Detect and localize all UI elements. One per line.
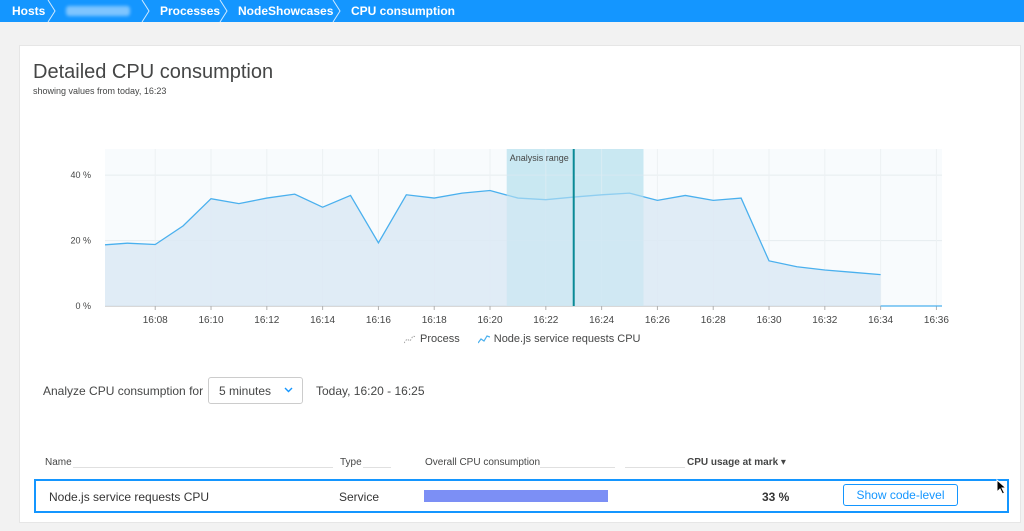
column-header-cpu-usage-at-mark[interactable]: CPU usage at mark ▾ <box>687 457 786 468</box>
x-tick-label: 16:08 <box>143 315 168 326</box>
breadcrumb-processes-label: Processes <box>160 4 221 18</box>
breadcrumb-processes[interactable]: Processes <box>146 0 228 22</box>
row-name[interactable]: Node.js service requests CPU <box>49 490 209 504</box>
breadcrumb: Hosts Processes NodeShowcases CPU consum… <box>0 0 1024 22</box>
column-header-name[interactable]: Name <box>45 457 72 468</box>
node-series-icon <box>477 335 490 344</box>
chart-legend: Process Node.js service requests CPU <box>404 333 640 345</box>
header-divider <box>625 467 685 468</box>
breadcrumb-process-group-label: NodeShowcases <box>238 4 334 18</box>
breadcrumb-host-name[interactable] <box>52 0 150 22</box>
analyze-label: Analyze CPU consumption for <box>43 384 204 398</box>
process-series-icon <box>404 335 416 344</box>
overall-cpu-bar-fill <box>424 490 608 502</box>
cpu-consumption-card: Detailed CPU consumption showing values … <box>19 45 1021 523</box>
column-header-type[interactable]: Type <box>340 457 362 468</box>
x-tick-label: 16:22 <box>533 315 558 326</box>
legend-item-process[interactable]: Process <box>404 333 460 345</box>
timeframe-selected-value: 5 minutes <box>219 383 272 398</box>
x-tick-label: 16:12 <box>254 315 279 326</box>
x-tick-label: 16:36 <box>924 315 949 326</box>
x-tick-label: 16:10 <box>199 315 224 326</box>
chevron-down-icon <box>284 387 293 393</box>
x-tick-label: 16:28 <box>701 315 726 326</box>
x-tick-label: 16:14 <box>310 315 335 326</box>
x-tick-label: 16:32 <box>812 315 837 326</box>
x-tick-label: 16:26 <box>645 315 670 326</box>
breadcrumb-hosts-label: Hosts <box>12 4 46 18</box>
legend-item-node-service[interactable]: Node.js service requests CPU <box>477 333 641 345</box>
x-tick-label: 16:20 <box>478 315 503 326</box>
x-tick-label: 16:34 <box>868 315 893 326</box>
x-tick-label: 16:16 <box>366 315 391 326</box>
row-type: Service <box>339 490 380 504</box>
mouse-cursor-icon <box>996 479 1008 495</box>
breadcrumb-current-label: CPU consumption <box>351 4 455 18</box>
cpu-area-chart[interactable]: 0 % 20 % 40 % 16:08 16:10 16:12 16:14 16:16 16:1… <box>20 46 1022 356</box>
breadcrumb-process-group[interactable]: NodeShowcases <box>224 0 341 22</box>
header-divider <box>363 467 391 468</box>
y-tick-label: 0 % <box>75 301 91 311</box>
analysis-range-text: Today, 16:20 - 16:25 <box>316 384 425 398</box>
column-header-overall-cpu[interactable]: Overall CPU consumption <box>425 457 540 468</box>
timeframe-select[interactable]: 5 minutes <box>208 377 303 404</box>
analysis-range-label: Analysis range <box>510 153 569 163</box>
breadcrumb-hosts[interactable]: Hosts <box>0 0 56 22</box>
overall-cpu-bar <box>424 490 608 502</box>
header-divider <box>540 467 615 468</box>
y-tick-label: 20 % <box>70 236 91 246</box>
redacted-host-name <box>66 6 130 16</box>
legend-label-process: Process <box>420 333 460 345</box>
row-cpu-usage: 33 % <box>762 490 790 504</box>
breadcrumb-current-page: CPU consumption <box>337 0 467 22</box>
legend-label-node-service: Node.js service requests CPU <box>493 333 641 345</box>
show-code-level-button[interactable]: Show code-level <box>843 484 958 506</box>
x-tick-label: 16:30 <box>757 315 782 326</box>
x-tick-label: 16:24 <box>589 315 614 326</box>
analysis-range-overlay <box>506 149 644 306</box>
x-tick-label: 16:18 <box>422 315 447 326</box>
header-divider <box>73 467 333 468</box>
table-row[interactable]: Node.js service requests CPU Service 33 … <box>34 479 1009 513</box>
y-tick-label: 40 % <box>70 170 91 180</box>
